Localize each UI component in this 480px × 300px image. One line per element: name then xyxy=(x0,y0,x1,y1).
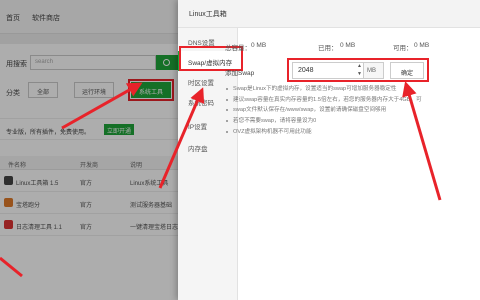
highlight-box-swap-input xyxy=(287,58,429,82)
modal-title: Linux工具箱 xyxy=(178,0,480,28)
used-label: 已用： xyxy=(318,45,338,52)
total-capacity-value: 0 MB xyxy=(251,42,267,49)
total-capacity-label: 总容量： xyxy=(225,45,251,52)
free-value: 0 MB xyxy=(414,42,430,49)
tip-item: 若您不需要swap，请将容量设为0 xyxy=(224,117,478,128)
add-swap-label: 添加Swap xyxy=(225,70,255,77)
tip-item: Swap是Linux下的虚拟内存，设置适当的swap可增加服务器稳定性 xyxy=(224,85,478,96)
free-label: 可用： xyxy=(393,45,413,52)
tip-item: OVZ虚拟架构机器不可用此功能 xyxy=(224,128,478,139)
tip-item: swap文件默认保存在/www/swap，设置前请确保磁盘空间够用 xyxy=(224,106,478,117)
swap-tips-list: Swap是Linux下的虚拟内存，设置适当的swap可增加服务器稳定性 建议sw… xyxy=(224,85,478,138)
tip-item: 建议swap容量在真实内存容量的1.5倍左右，若您的服务器内存大于4GB，可 xyxy=(224,96,478,107)
sidebar-item-ramdisk[interactable]: 内存盘 xyxy=(178,137,238,157)
used-value: 0 MB xyxy=(340,42,356,49)
